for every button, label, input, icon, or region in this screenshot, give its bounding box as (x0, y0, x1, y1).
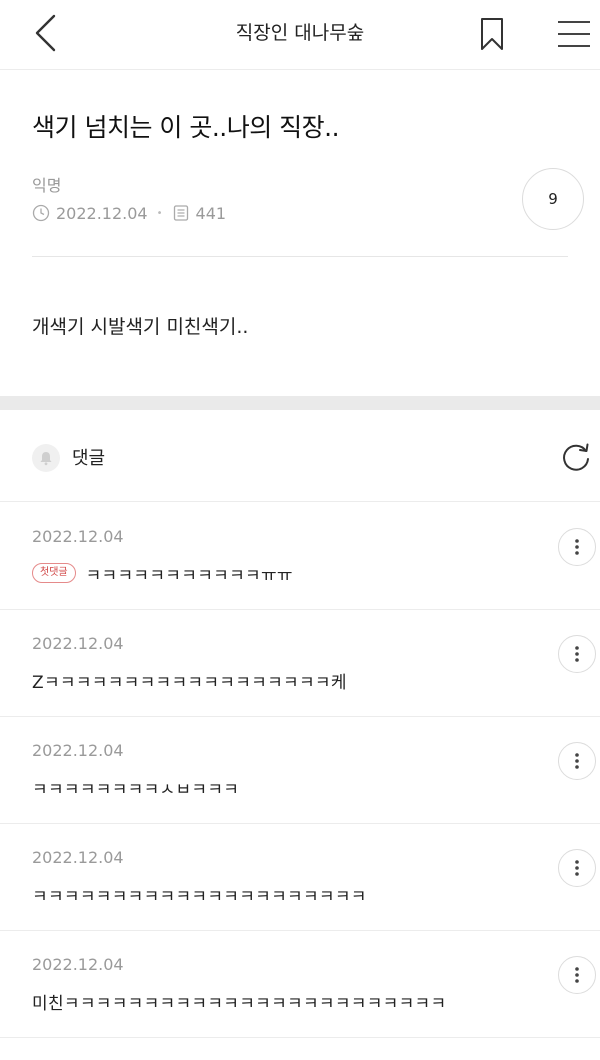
comment-count-button[interactable]: 9 (522, 168, 584, 230)
comment-item: 2022.12.04 미친ㅋㅋㅋㅋㅋㅋㅋㅋㅋㅋㅋㅋㅋㅋㅋㅋㅋㅋㅋㅋㅋㅋㅋㅋ (0, 931, 600, 1038)
post-date: 2022.12.04 (56, 203, 148, 223)
comment-date: 2022.12.04 (32, 634, 124, 653)
comment-date: 2022.12.04 (32, 527, 124, 546)
comment-text: Zㅋㅋㅋㅋㅋㅋㅋㅋㅋㅋㅋㅋㅋㅋㅋㅋㅋㅋ케 (32, 672, 347, 693)
more-vertical-icon (575, 539, 579, 555)
comment-item: 2022.12.04 ㅋㅋㅋㅋㅋㅋㅋㅋㅋㅋㅋㅋㅋㅋㅋㅋㅋㅋㅋㅋㅋ (0, 824, 600, 931)
comments-header: 댓글 (0, 410, 600, 502)
first-comment-badge: 첫댓글 (32, 563, 76, 583)
back-button[interactable] (22, 10, 68, 56)
divider (32, 256, 568, 257)
comment-text: ㅋㅋㅋㅋㅋㅋㅋㅋㅅㅂㅋㅋㅋ (32, 779, 240, 800)
bell-icon[interactable] (32, 444, 60, 472)
post-body: 개색기 시발색기 미친색기.. (32, 316, 249, 338)
more-vertical-icon (575, 753, 579, 769)
comment-more-button[interactable] (558, 635, 596, 673)
post-meta: 2022.12.04 • 441 (32, 202, 226, 224)
menu-button[interactable] (552, 12, 596, 56)
more-vertical-icon (575, 967, 579, 983)
comment-date: 2022.12.04 (32, 955, 124, 974)
top-bar: 직장인 대나무숲 (0, 0, 600, 70)
comment-more-button[interactable] (558, 528, 596, 566)
refresh-button[interactable] (556, 438, 596, 478)
clock-icon (32, 204, 50, 222)
comment-more-button[interactable] (558, 849, 596, 887)
more-vertical-icon (575, 860, 579, 876)
comment-content: 미친ㅋㅋㅋㅋㅋㅋㅋㅋㅋㅋㅋㅋㅋㅋㅋㅋㅋㅋㅋㅋㅋㅋㅋㅋ (32, 989, 447, 1014)
comment-more-button[interactable] (558, 956, 596, 994)
comment-content: ㅋㅋㅋㅋㅋㅋㅋㅋㅅㅂㅋㅋㅋ (32, 775, 240, 800)
comment-content: Zㅋㅋㅋㅋㅋㅋㅋㅋㅋㅋㅋㅋㅋㅋㅋㅋㅋㅋ케 (32, 668, 347, 693)
meta-separator: • (156, 207, 163, 219)
comment-content: ㅋㅋㅋㅋㅋㅋㅋㅋㅋㅋㅋㅋㅋㅋㅋㅋㅋㅋㅋㅋㅋ (32, 882, 367, 907)
comments-label: 댓글 (72, 448, 106, 469)
comment-date: 2022.12.04 (32, 848, 124, 867)
comment-item: 2022.12.04 첫댓글 ㅋㅋㅋㅋㅋㅋㅋㅋㅋㅋㅋㅠㅠ (0, 503, 600, 610)
comment-text: ㅋㅋㅋㅋㅋㅋㅋㅋㅋㅋㅋㅋㅋㅋㅋㅋㅋㅋㅋㅋㅋ (32, 886, 367, 907)
bookmark-icon (481, 18, 503, 50)
view-count-icon (172, 204, 190, 222)
comment-text: 미친ㅋㅋㅋㅋㅋㅋㅋㅋㅋㅋㅋㅋㅋㅋㅋㅋㅋㅋㅋㅋㅋㅋㅋㅋ (32, 993, 447, 1014)
comment-date: 2022.12.04 (32, 741, 124, 760)
comment-item: 2022.12.04 ㅋㅋㅋㅋㅋㅋㅋㅋㅅㅂㅋㅋㅋ (0, 717, 600, 824)
post-title: 색기 넘치는 이 곳..나의 직장.. (32, 113, 340, 142)
refresh-icon (563, 443, 589, 471)
hamburger-menu-icon (558, 21, 590, 47)
section-divider (0, 396, 600, 410)
comment-content: 첫댓글 ㅋㅋㅋㅋㅋㅋㅋㅋㅋㅋㅋㅠㅠ (32, 561, 293, 586)
bookmark-button[interactable] (470, 12, 514, 56)
comment-text: ㅋㅋㅋㅋㅋㅋㅋㅋㅋㅋㅋㅠㅠ (85, 565, 293, 586)
post-author: 익명 (32, 176, 62, 195)
comment-more-button[interactable] (558, 742, 596, 780)
more-vertical-icon (575, 646, 579, 662)
comment-item: 2022.12.04 Zㅋㅋㅋㅋㅋㅋㅋㅋㅋㅋㅋㅋㅋㅋㅋㅋㅋㅋ케 (0, 610, 600, 717)
chevron-left-icon (35, 14, 56, 52)
post-views: 441 (195, 203, 227, 223)
